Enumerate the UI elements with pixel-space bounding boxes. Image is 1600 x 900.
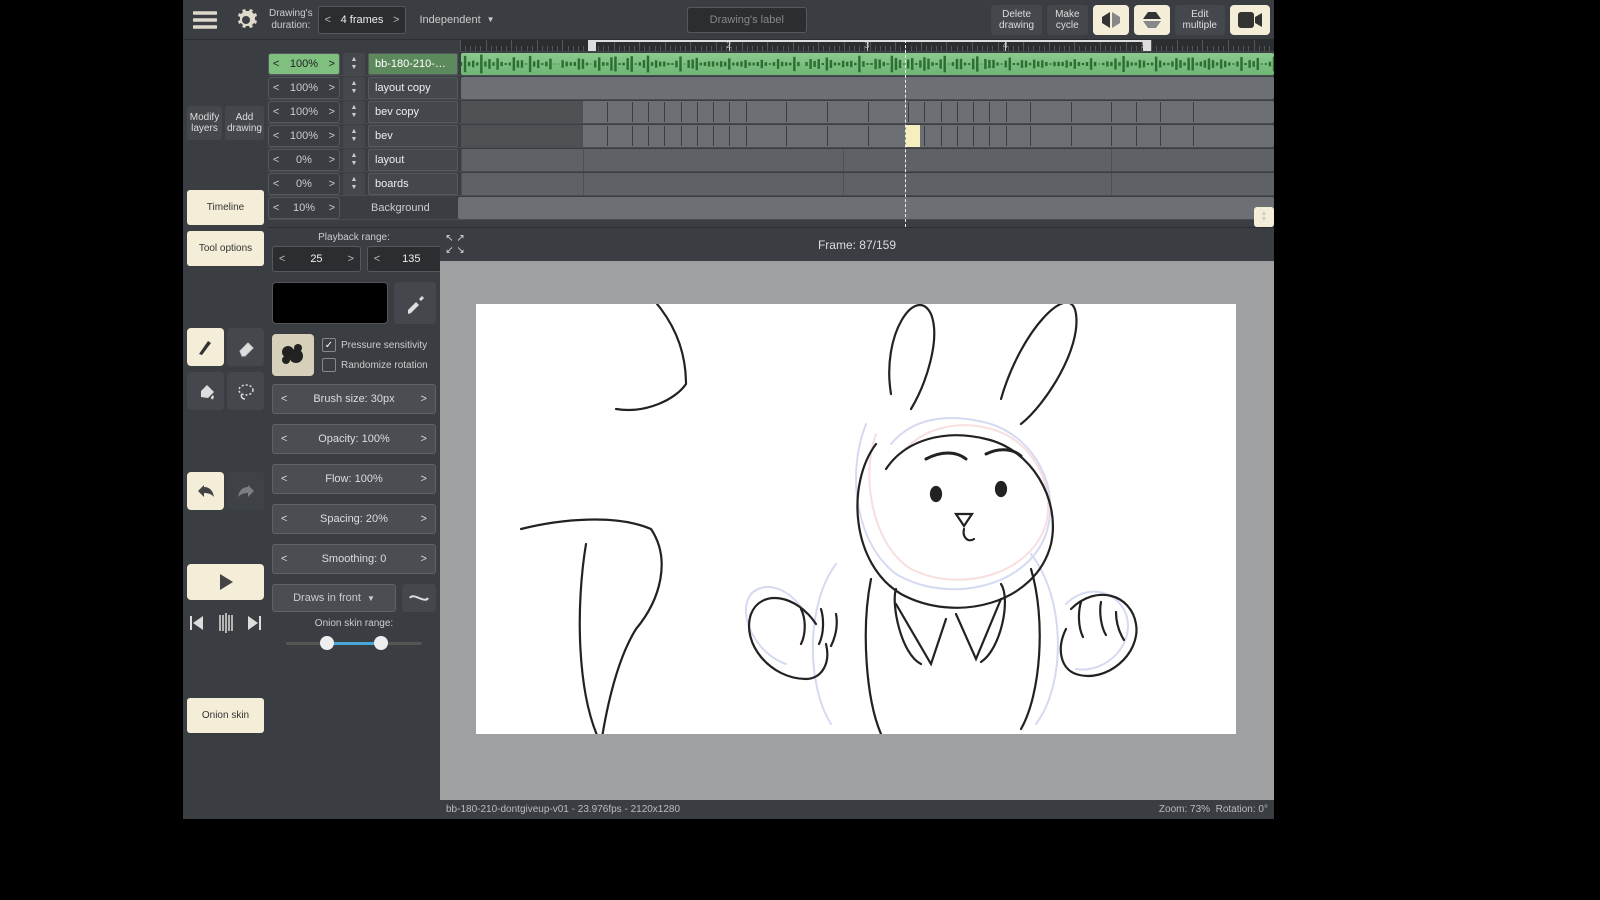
frame-counter: Frame: 87/159: [818, 238, 896, 252]
layer-track[interactable]: [458, 197, 1274, 219]
onion-range-slider[interactable]: [286, 633, 422, 653]
timeline-ruler[interactable]: 12345: [460, 40, 1274, 52]
range-from-spinner[interactable]: <25>: [272, 246, 361, 272]
layer-reorder[interactable]: ▲▼: [343, 173, 365, 195]
duration-value: 4 frames: [337, 14, 387, 26]
timeline-tab[interactable]: Timeline: [187, 190, 264, 225]
layer-reorder[interactable]: ▲▼: [343, 77, 365, 99]
status-rotation: Rotation: 0°: [1216, 804, 1268, 815]
status-zoom: Zoom: 73%: [1159, 804, 1210, 815]
prev-frame-button[interactable]: [187, 606, 209, 640]
layer-reorder[interactable]: ▲▼: [343, 53, 365, 75]
brush-tool[interactable]: [187, 328, 224, 366]
layer-name[interactable]: boards: [368, 173, 458, 195]
layer-name[interactable]: bb-180-210-…: [368, 53, 458, 75]
onion-skin-tab[interactable]: Onion skin: [187, 698, 264, 733]
play-button[interactable]: [187, 564, 264, 600]
fill-tool[interactable]: [187, 372, 224, 410]
scrub-handle[interactable]: [212, 606, 240, 640]
duration-label: Drawing's duration:: [269, 8, 313, 32]
layer-name[interactable]: bev copy: [368, 101, 458, 123]
layer-opacity[interactable]: <100%>: [268, 53, 340, 75]
fit-screen-button[interactable]: ↖ ↗↙ ↘: [440, 228, 470, 261]
spacing-spinner[interactable]: <Spacing: 20%>: [272, 504, 436, 534]
tool-options-tab[interactable]: Tool options: [187, 231, 264, 266]
eraser-tool[interactable]: [227, 328, 264, 366]
drawing-canvas[interactable]: [476, 304, 1236, 734]
add-drawing-button[interactable]: Add drawing: [225, 106, 264, 140]
layer-opacity[interactable]: <100%>: [268, 77, 340, 99]
duration-spinner[interactable]: < 4 frames >: [318, 6, 407, 34]
next-frame-button[interactable]: [243, 606, 265, 640]
layer-track[interactable]: [461, 125, 1274, 147]
layer-opacity[interactable]: <100%>: [268, 101, 340, 123]
drawing-mode-dropdown[interactable]: Independent▼: [411, 6, 502, 34]
undo-button[interactable]: [187, 472, 224, 510]
timeline-scroll-toggle[interactable]: ▲▼: [1254, 207, 1274, 227]
duration-dec[interactable]: <: [325, 14, 331, 26]
draw-layer-dropdown[interactable]: Draws in front▼: [272, 584, 396, 612]
layer-track[interactable]: [461, 149, 1274, 171]
layer-reorder[interactable]: ▲▼: [343, 101, 365, 123]
redo-button[interactable]: [227, 472, 264, 510]
layer-opacity[interactable]: <100%>: [268, 125, 340, 147]
layer-track[interactable]: [461, 101, 1274, 123]
pressure-sensitivity-checkbox[interactable]: [322, 338, 336, 352]
onion-range-label: Onion skin range:: [272, 618, 436, 629]
layer-reorder[interactable]: ▲▼: [343, 125, 365, 147]
layer-name[interactable]: bev: [368, 125, 458, 147]
delete-drawing-button[interactable]: Delete drawing: [991, 5, 1042, 35]
smoothing-spinner[interactable]: <Smoothing: 0>: [272, 544, 436, 574]
layer-reorder[interactable]: ▲▼: [343, 149, 365, 171]
status-file: bb-180-210-dontgiveup-v01 - 23.976fps - …: [446, 804, 680, 815]
layer-name: Background: [365, 197, 455, 219]
layer-track[interactable]: [461, 173, 1274, 195]
eyedropper-button[interactable]: [394, 282, 436, 324]
layer-opacity[interactable]: <0%>: [268, 173, 340, 195]
layer-opacity[interactable]: <0%>: [268, 149, 340, 171]
brush-preview[interactable]: [272, 334, 314, 376]
flow-spinner[interactable]: <Flow: 100%>: [272, 464, 436, 494]
opacity-spinner[interactable]: <Opacity: 100%>: [272, 424, 436, 454]
layer-track[interactable]: [461, 53, 1274, 75]
modify-layers-button[interactable]: Modify layers: [187, 106, 222, 140]
flip-horizontal-button[interactable]: [1093, 5, 1129, 35]
brush-size-spinner[interactable]: <Brush size: 30px>: [272, 384, 436, 414]
randomize-rotation-checkbox[interactable]: [322, 358, 336, 372]
duration-inc[interactable]: >: [393, 14, 399, 26]
playback-range-label: Playback range:: [272, 232, 436, 243]
drawing-label-input[interactable]: Drawing's label: [687, 7, 807, 33]
layer-opacity[interactable]: <10%>: [268, 197, 340, 219]
layer-name[interactable]: layout copy: [368, 77, 458, 99]
make-cycle-button[interactable]: Make cycle: [1047, 5, 1087, 35]
flip-vertical-button[interactable]: [1134, 5, 1170, 35]
stroke-shape-button[interactable]: [402, 584, 436, 612]
layer-track[interactable]: [461, 77, 1274, 99]
settings-icon[interactable]: [228, 2, 264, 38]
edit-multiple-button[interactable]: Edit multiple: [1175, 5, 1225, 35]
menu-icon[interactable]: [187, 2, 223, 38]
layer-name[interactable]: layout: [368, 149, 458, 171]
lasso-tool[interactable]: [227, 372, 264, 410]
color-swatch[interactable]: [272, 282, 388, 324]
camera-icon[interactable]: [1230, 5, 1270, 35]
